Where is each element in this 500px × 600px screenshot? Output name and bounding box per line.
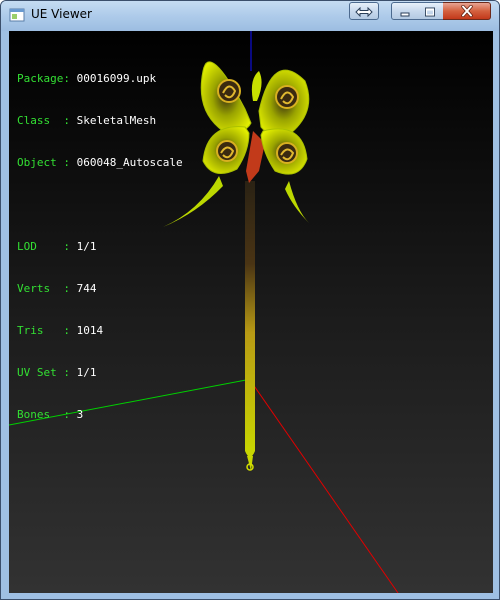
minimize-icon (399, 2, 411, 21)
minimize-button[interactable] (391, 2, 418, 20)
app-icon (9, 7, 25, 23)
info-value: 060048_Autoscale (76, 156, 183, 169)
info-label: Package (17, 72, 64, 85)
double-arrow-icon (355, 2, 373, 21)
maximize-button[interactable] (417, 2, 444, 20)
info-row-lod: LOD : 1/1 (17, 240, 97, 253)
app-window: UE Viewer Package: 00016099.upk Class: … (0, 0, 500, 600)
info-row-uvset: UV Set : 1/1 (17, 366, 97, 379)
mesh-info-overlay: Package: 00016099.upk Class : SkeletalMe… (17, 44, 183, 450)
info-label: Verts (17, 282, 64, 295)
staff-mesh (163, 61, 310, 471)
info-label: UV Set (17, 366, 64, 379)
3d-viewport[interactable]: Package: 00016099.upk Class : SkeletalMe… (9, 31, 493, 593)
info-row-verts: Verts : 744 (17, 282, 97, 295)
window-title: UE Viewer (31, 7, 92, 21)
info-row-package: Package: 00016099.upk (17, 72, 157, 85)
info-value: 1014 (76, 324, 104, 337)
info-value: SkeletalMesh (76, 114, 157, 127)
close-icon (460, 2, 474, 21)
maximize-icon (424, 2, 436, 21)
info-row-class: Class : SkeletalMesh (17, 114, 157, 127)
x-axis-line (249, 379, 399, 593)
info-label: Tris (17, 324, 64, 337)
info-value: 1/1 (76, 240, 97, 253)
title-bar[interactable]: UE Viewer (1, 1, 499, 31)
info-value: 3 (76, 408, 84, 421)
info-value: 744 (76, 282, 97, 295)
fullscreen-button[interactable] (349, 2, 379, 20)
info-label: Class (17, 114, 64, 127)
close-button[interactable] (443, 2, 491, 20)
info-value: 1/1 (76, 366, 97, 379)
info-label: Bones (17, 408, 64, 421)
info-row-bones: Bones : 3 (17, 408, 84, 421)
info-label: LOD (17, 240, 64, 253)
info-value: 00016099.upk (76, 72, 157, 85)
info-label: Object (17, 156, 64, 169)
info-row-object: Object : 060048_Autoscale (17, 156, 183, 169)
info-row-tris: Tris : 1014 (17, 324, 104, 337)
